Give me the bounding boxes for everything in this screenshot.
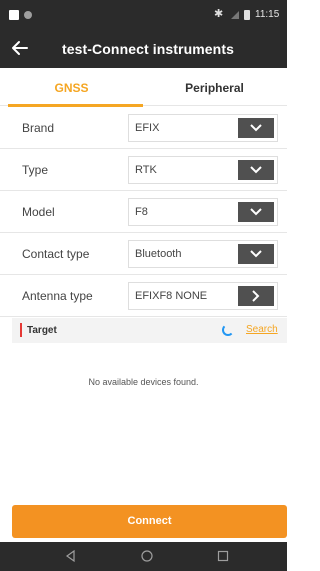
type-value: RTK (135, 164, 157, 176)
nav-recents-button[interactable] (216, 549, 230, 563)
field-row-contact-type: Contact type Bluetooth (0, 233, 287, 275)
field-row-antenna-type: Antenna type EFIXF8 NONE (0, 275, 287, 317)
brand-dropdown-button[interactable] (238, 118, 274, 138)
nav-home-button[interactable] (140, 549, 154, 563)
battery-icon (244, 10, 250, 20)
tab-gnss[interactable]: GNSS (0, 68, 143, 107)
arrow-left-icon (12, 41, 28, 55)
search-link[interactable]: Search (246, 324, 278, 335)
chevron-right-icon (252, 290, 260, 302)
contact-type-dropdown-button[interactable] (238, 244, 274, 264)
contact-type-select[interactable]: Bluetooth (128, 240, 278, 268)
target-marker (20, 323, 22, 337)
tab-gnss-label: GNSS (54, 81, 89, 95)
tab-bar: GNSS Peripheral (0, 68, 287, 107)
app-bar: test-Connect instruments (0, 30, 287, 68)
field-row-type: Type RTK (0, 149, 287, 191)
antenna-type-value: EFIXF8 NONE (135, 290, 208, 302)
model-label: Model (22, 205, 55, 219)
chevron-down-icon (250, 250, 262, 258)
loading-spinner-icon (222, 324, 234, 336)
antenna-type-select[interactable]: EFIXF8 NONE (128, 282, 278, 310)
circle-home-icon (141, 550, 153, 562)
target-header: Target Search (12, 318, 287, 343)
type-select[interactable]: RTK (128, 156, 278, 184)
model-value: F8 (135, 206, 148, 218)
antenna-type-label: Antenna type (22, 289, 93, 303)
page-title: test-Connect instruments (62, 41, 234, 57)
signal-icon (231, 11, 239, 19)
antenna-type-open-button[interactable] (238, 286, 274, 306)
target-label: Target (27, 325, 57, 336)
triangle-back-icon (65, 549, 75, 563)
type-dropdown-button[interactable] (238, 160, 274, 180)
notification-dot-icon (24, 11, 32, 19)
brand-label: Brand (22, 121, 55, 135)
chevron-down-icon (250, 166, 262, 174)
model-dropdown-button[interactable] (238, 202, 274, 222)
status-time: 11:15 (255, 9, 280, 20)
chevron-down-icon (250, 208, 262, 216)
brand-select[interactable]: EFIX (128, 114, 278, 142)
type-label: Type (22, 163, 49, 177)
tab-peripheral-label: Peripheral (185, 81, 244, 95)
contact-type-label: Contact type (22, 247, 90, 261)
tab-peripheral[interactable]: Peripheral (143, 68, 286, 106)
back-button[interactable] (8, 36, 32, 60)
contact-type-value: Bluetooth (135, 248, 182, 260)
empty-devices-message: No available devices found. (88, 377, 199, 387)
chevron-down-icon (250, 124, 262, 132)
system-nav-bar (0, 542, 287, 571)
connect-button[interactable]: Connect (12, 505, 287, 538)
field-row-model: Model F8 (0, 191, 287, 233)
status-bar: ✱ 11:15 (0, 0, 287, 30)
brand-value: EFIX (135, 122, 160, 134)
field-row-brand: Brand EFIX (0, 107, 287, 149)
bluetooth-icon: ✱ (214, 8, 224, 20)
square-recents-icon (217, 550, 229, 562)
model-select[interactable]: F8 (128, 198, 278, 226)
notification-icon (9, 10, 19, 20)
nav-back-button[interactable] (64, 549, 78, 563)
